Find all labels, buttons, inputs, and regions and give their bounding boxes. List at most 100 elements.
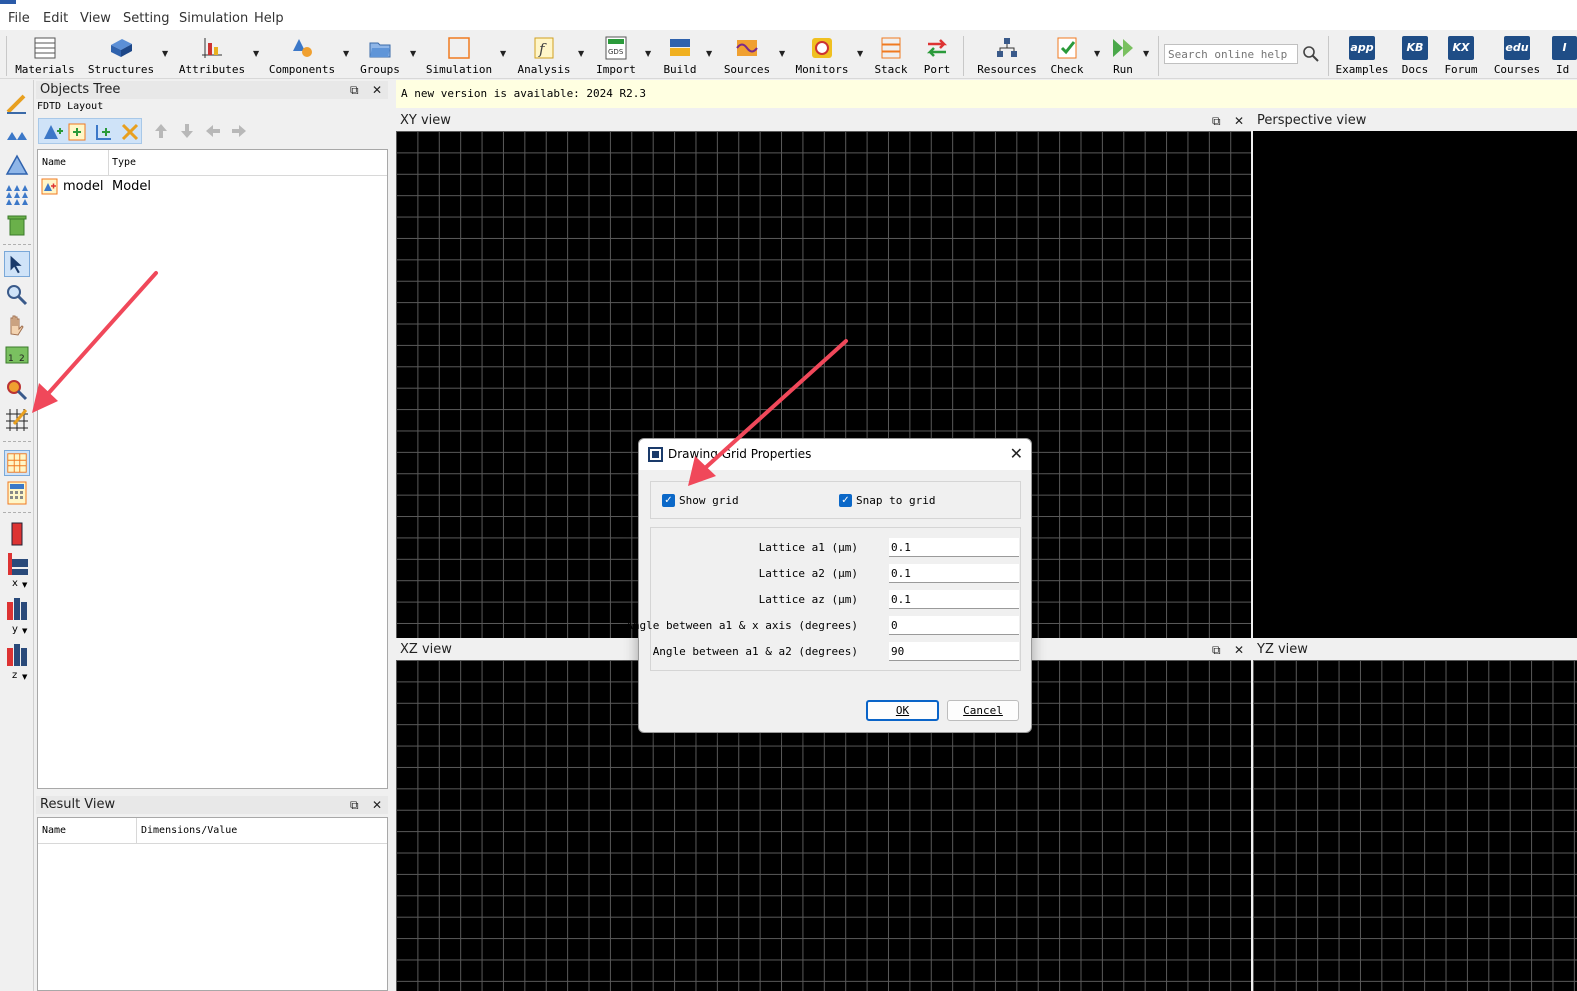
attributes-button[interactable]: Attributes [176,34,248,78]
port-button[interactable]: Port [918,34,956,78]
lattice-a1-input[interactable] [889,538,1019,557]
triangle-icon[interactable] [4,152,30,178]
groups-dropdown-icon[interactable]: ▼ [410,49,416,58]
simulation-button[interactable]: Simulation [424,34,494,78]
structures-button[interactable]: Structures [84,34,158,78]
objects-tree-list: Name Type model Model [37,149,388,789]
components-dropdown-icon[interactable]: ▼ [343,49,349,58]
add-monitor-icon[interactable] [93,121,115,143]
analysis-button[interactable]: f Analysis [514,34,574,78]
snap-to-grid-checkbox[interactable]: ✓ [839,494,852,507]
view-single-icon[interactable] [4,521,30,547]
menu-help[interactable]: Help [254,11,284,26]
x-dropdown-icon[interactable]: ▼ [22,581,27,589]
check-dropdown-icon[interactable]: ▼ [1094,49,1100,58]
check-button[interactable]: Check [1046,34,1088,78]
attributes-dropdown-icon[interactable]: ▼ [253,49,259,58]
zoom-extents-icon[interactable] [4,377,30,403]
zoom-magnifier-icon[interactable] [4,282,30,308]
resources-button[interactable]: Resources [974,34,1040,78]
float-view-icon[interactable]: ⧉ [1212,643,1221,658]
components-button[interactable]: Components [266,34,338,78]
edit-pencil-icon[interactable] [4,90,30,116]
delete-trash-icon[interactable] [4,212,30,238]
close-panel-icon[interactable]: ✕ [372,83,382,97]
groups-button[interactable]: Groups [355,34,405,78]
column-value-header[interactable]: Dimensions/Value [141,825,237,836]
move-up-icon[interactable] [152,122,170,140]
dialog-close-icon[interactable]: ✕ [1010,444,1023,463]
monitors-button[interactable]: Monitors [792,34,852,78]
structures-small-icon[interactable] [4,122,30,148]
close-view-icon[interactable]: ✕ [1234,114,1244,128]
move-right-icon[interactable] [230,122,248,140]
move-left-icon[interactable] [204,122,222,140]
grid-view-icon[interactable] [4,450,30,476]
menu-setting[interactable]: Setting [123,11,170,26]
float-view-icon[interactable]: ⧉ [1212,114,1221,129]
show-grid-label[interactable]: Show grid [679,494,739,507]
float-panel-icon[interactable]: ⧉ [350,798,359,813]
column-name-header[interactable]: Name [42,157,66,168]
column-name-header[interactable]: Name [42,825,66,836]
materials-button[interactable]: Materials [12,34,78,78]
ideas-button[interactable]: I Id [1552,34,1577,78]
sources-button[interactable]: Sources [719,34,775,78]
angle-a1-x-input[interactable] [889,616,1019,635]
structures-dropdown-icon[interactable]: ▼ [162,49,168,58]
ok-button[interactable]: OK [866,700,939,721]
add-structure-icon[interactable] [42,121,64,143]
forum-button[interactable]: KX Forum [1440,34,1482,78]
y-axis-label: y [12,624,18,635]
z-dropdown-icon[interactable]: ▼ [22,673,27,681]
build-dropdown-icon[interactable]: ▼ [706,49,712,58]
view-z-icon[interactable] [4,642,30,668]
build-button[interactable]: Build [657,34,703,78]
view-y-icon[interactable] [4,596,30,622]
build-icon [670,39,690,56]
select-arrow-icon[interactable] [4,251,30,277]
lattice-az-input[interactable] [889,590,1019,609]
angle-a1-a2-input[interactable] [889,642,1019,661]
delete-object-icon[interactable] [119,121,141,143]
close-panel-icon[interactable]: ✕ [372,798,382,812]
menu-simulation[interactable]: Simulation [179,11,248,26]
import-dropdown-icon[interactable]: ▼ [645,49,651,58]
courses-button[interactable]: edu Courses [1490,34,1544,78]
menu-edit[interactable]: Edit [43,11,68,26]
tree-row-model[interactable]: model Model [38,177,387,197]
search-icon[interactable] [1300,44,1322,64]
monitors-dropdown-icon[interactable]: ▼ [857,49,863,58]
cancel-button[interactable]: Cancel [947,700,1019,721]
drawing-grid-icon[interactable] [4,406,30,432]
close-view-icon[interactable]: ✕ [1234,643,1244,657]
calculator-icon[interactable] [4,480,30,506]
sources-label: Sources [723,63,771,76]
array-icon[interactable] [4,182,30,208]
simulation-dropdown-icon[interactable]: ▼ [500,49,506,58]
import-button[interactable]: GDS Import [592,34,640,78]
search-online-help-input[interactable] [1164,44,1298,64]
run-button[interactable]: Run [1106,34,1140,78]
stack-button[interactable]: Stack [870,34,912,78]
run-dropdown-icon[interactable]: ▼ [1143,49,1149,58]
perspective-view-canvas[interactable] [1253,131,1577,638]
menu-view[interactable]: View [80,11,111,26]
yz-view-canvas[interactable] [1253,660,1577,991]
float-panel-icon[interactable]: ⧉ [350,83,359,98]
add-region-icon[interactable] [67,121,89,143]
ruler-measure-icon[interactable]: 12 [4,342,30,368]
analysis-dropdown-icon[interactable]: ▼ [578,49,584,58]
examples-button[interactable]: app Examples [1334,34,1390,78]
pan-hand-icon[interactable] [4,312,30,338]
y-dropdown-icon[interactable]: ▼ [22,627,27,635]
move-down-icon[interactable] [178,122,196,140]
docs-button[interactable]: KB Docs [1396,34,1434,78]
menu-file[interactable]: File [8,11,30,26]
snap-to-grid-label[interactable]: Snap to grid [856,494,935,507]
sources-dropdown-icon[interactable]: ▼ [779,49,785,58]
view-x-icon[interactable] [4,551,30,577]
lattice-a2-input[interactable] [889,564,1019,583]
show-grid-checkbox[interactable]: ✓ [662,494,675,507]
column-type-header[interactable]: Type [112,157,136,168]
